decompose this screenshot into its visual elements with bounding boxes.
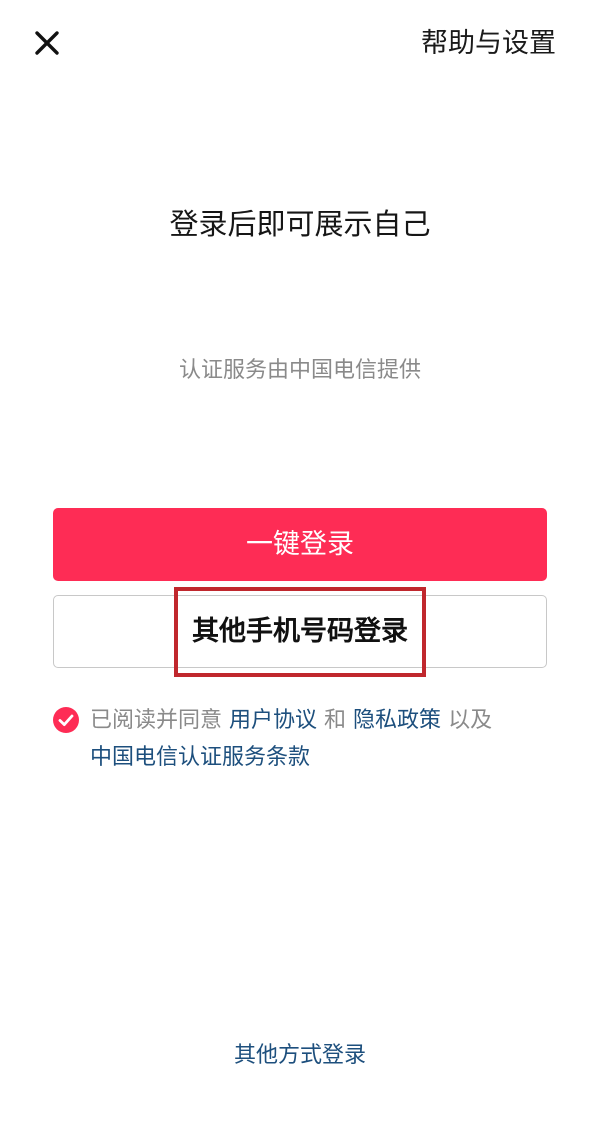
one-click-login-button[interactable]: 一键登录 — [53, 508, 547, 581]
other-phone-login-button[interactable]: 其他手机号码登录 — [53, 595, 547, 668]
agreement-prefix: 已阅读并同意 — [90, 708, 223, 733]
agreement-also-text: 以及 — [448, 708, 493, 733]
page-title: 登录后即可展示自己 — [169, 207, 431, 241]
agreement-text: 已阅读并同意 用户协议 和 隐私政策 以及中国电信认证服务条款 — [90, 702, 553, 776]
close-icon — [35, 31, 59, 55]
close-button[interactable] — [28, 24, 66, 62]
auth-provider-text: 认证服务由中国电信提供 — [178, 358, 421, 383]
telecom-terms-link[interactable]: 中国电信认证服务条款 — [90, 745, 310, 770]
user-agreement-link[interactable]: 用户协议 — [229, 708, 317, 733]
check-circle-icon — [58, 714, 74, 727]
agreement-section: 已阅读并同意 用户协议 和 隐私政策 以及中国电信认证服务条款 — [53, 702, 553, 776]
agreement-checkbox[interactable] — [53, 707, 79, 733]
other-login-methods-link[interactable]: 其他方式登录 — [0, 1040, 600, 1072]
agreement-and-text: 和 — [324, 708, 347, 733]
help-settings-link[interactable]: 帮助与设置 — [421, 26, 556, 62]
privacy-policy-link[interactable]: 隐私政策 — [353, 708, 441, 733]
